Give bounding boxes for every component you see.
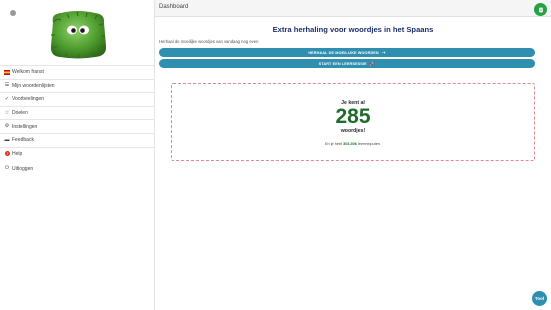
sidebar-item-label: Instellingen bbox=[12, 123, 38, 130]
word-count: 285 bbox=[335, 105, 371, 128]
sidebar: Welkom franst ☰ Mijn woordenlijsten ✓ Vo… bbox=[0, 0, 155, 310]
sidebar-item-label: Mijn woordenlijsten bbox=[12, 82, 55, 89]
star-icon: ☆ bbox=[4, 109, 10, 116]
sidebar-item-feedback[interactable]: ▬ Feedback bbox=[0, 132, 155, 147]
main-subtitle: Herhaal de moeilijke woordjes van vandaa… bbox=[159, 39, 259, 44]
sidebar-item-label: Voorbeelingen bbox=[12, 96, 44, 103]
sidebar-item-label: Welkom franst bbox=[12, 69, 44, 76]
list-icon: ☰ bbox=[4, 82, 10, 89]
help-icon: ? bbox=[4, 151, 10, 157]
page-title: Dashboard bbox=[159, 4, 189, 10]
main-heading: Extra herhaling voor woordjes in het Spa… bbox=[272, 25, 434, 34]
note-prefix: En je hebt bbox=[325, 142, 343, 146]
button-label: START EEN LEERSESSIE bbox=[318, 61, 367, 66]
sidebar-item-label: Doelen bbox=[12, 110, 28, 117]
rocket-icon: 🚀 bbox=[369, 60, 376, 66]
sidebar-item-welcome[interactable]: Welkom franst bbox=[0, 65, 155, 79]
minutes-value: 303.306 bbox=[343, 142, 357, 146]
sidebar-item-wordlists[interactable]: ☰ Mijn woordenlijsten bbox=[0, 78, 155, 93]
note-suffix: leerminputen. bbox=[357, 142, 381, 146]
word-count-card: Je kent al 285 woordjes! En je hebt 303.… bbox=[171, 83, 535, 161]
tool-fab-button[interactable]: Tool bbox=[532, 291, 547, 306]
flag-icon bbox=[4, 69, 10, 75]
repeat-difficult-words-button[interactable]: HERHAAL DE MOEILIJKE WOORDEN ➝ bbox=[159, 48, 535, 57]
sidebar-item-settings[interactable]: ⚙ Instellingen bbox=[0, 119, 155, 133]
main-content: Extra herhaling voor woordjes in het Spa… bbox=[155, 17, 551, 310]
start-session-button[interactable]: START EEN LEERSESSIE 🚀 bbox=[159, 59, 535, 68]
sidebar-item-logout[interactable]: ⏻ Uitloggen bbox=[0, 162, 155, 176]
book-icon[interactable] bbox=[534, 3, 547, 16]
sidebar-item-label: Uitloggen bbox=[12, 165, 34, 172]
sidebar-item-goals[interactable]: ☆ Doelen bbox=[0, 105, 155, 120]
sidebar-menu: Welkom franst ☰ Mijn woordenlijsten ✓ Vo… bbox=[0, 65, 155, 176]
button-label: HERHAAL DE MOEILIJKE WOORDEN bbox=[308, 50, 379, 55]
top-bar: Dashboard bbox=[155, 0, 551, 17]
mascot-logo bbox=[50, 11, 107, 59]
card-bottom-text: woordjes! bbox=[340, 128, 366, 134]
arrow-icon: ➝ bbox=[381, 49, 386, 55]
message-icon: ▬ bbox=[4, 136, 10, 143]
sidebar-item-help[interactable]: ? Help bbox=[0, 146, 155, 161]
logout-icon: ⏻ bbox=[5, 165, 9, 172]
sidebar-item-exercises[interactable]: ✓ Voorbeelingen bbox=[0, 92, 155, 106]
sidebar-item-label: Feedback bbox=[12, 137, 34, 144]
sidebar-toggle-icon[interactable] bbox=[10, 10, 16, 16]
gear-icon: ⚙ bbox=[4, 123, 10, 130]
svg-text:?: ? bbox=[6, 152, 8, 156]
sidebar-item-label: Help bbox=[12, 150, 23, 157]
minutes-note: En je hebt 303.306 leerminputen. bbox=[172, 142, 534, 146]
check-icon: ✓ bbox=[4, 95, 10, 102]
app-root: Welkom franst ☰ Mijn woordenlijsten ✓ Vo… bbox=[0, 0, 551, 310]
